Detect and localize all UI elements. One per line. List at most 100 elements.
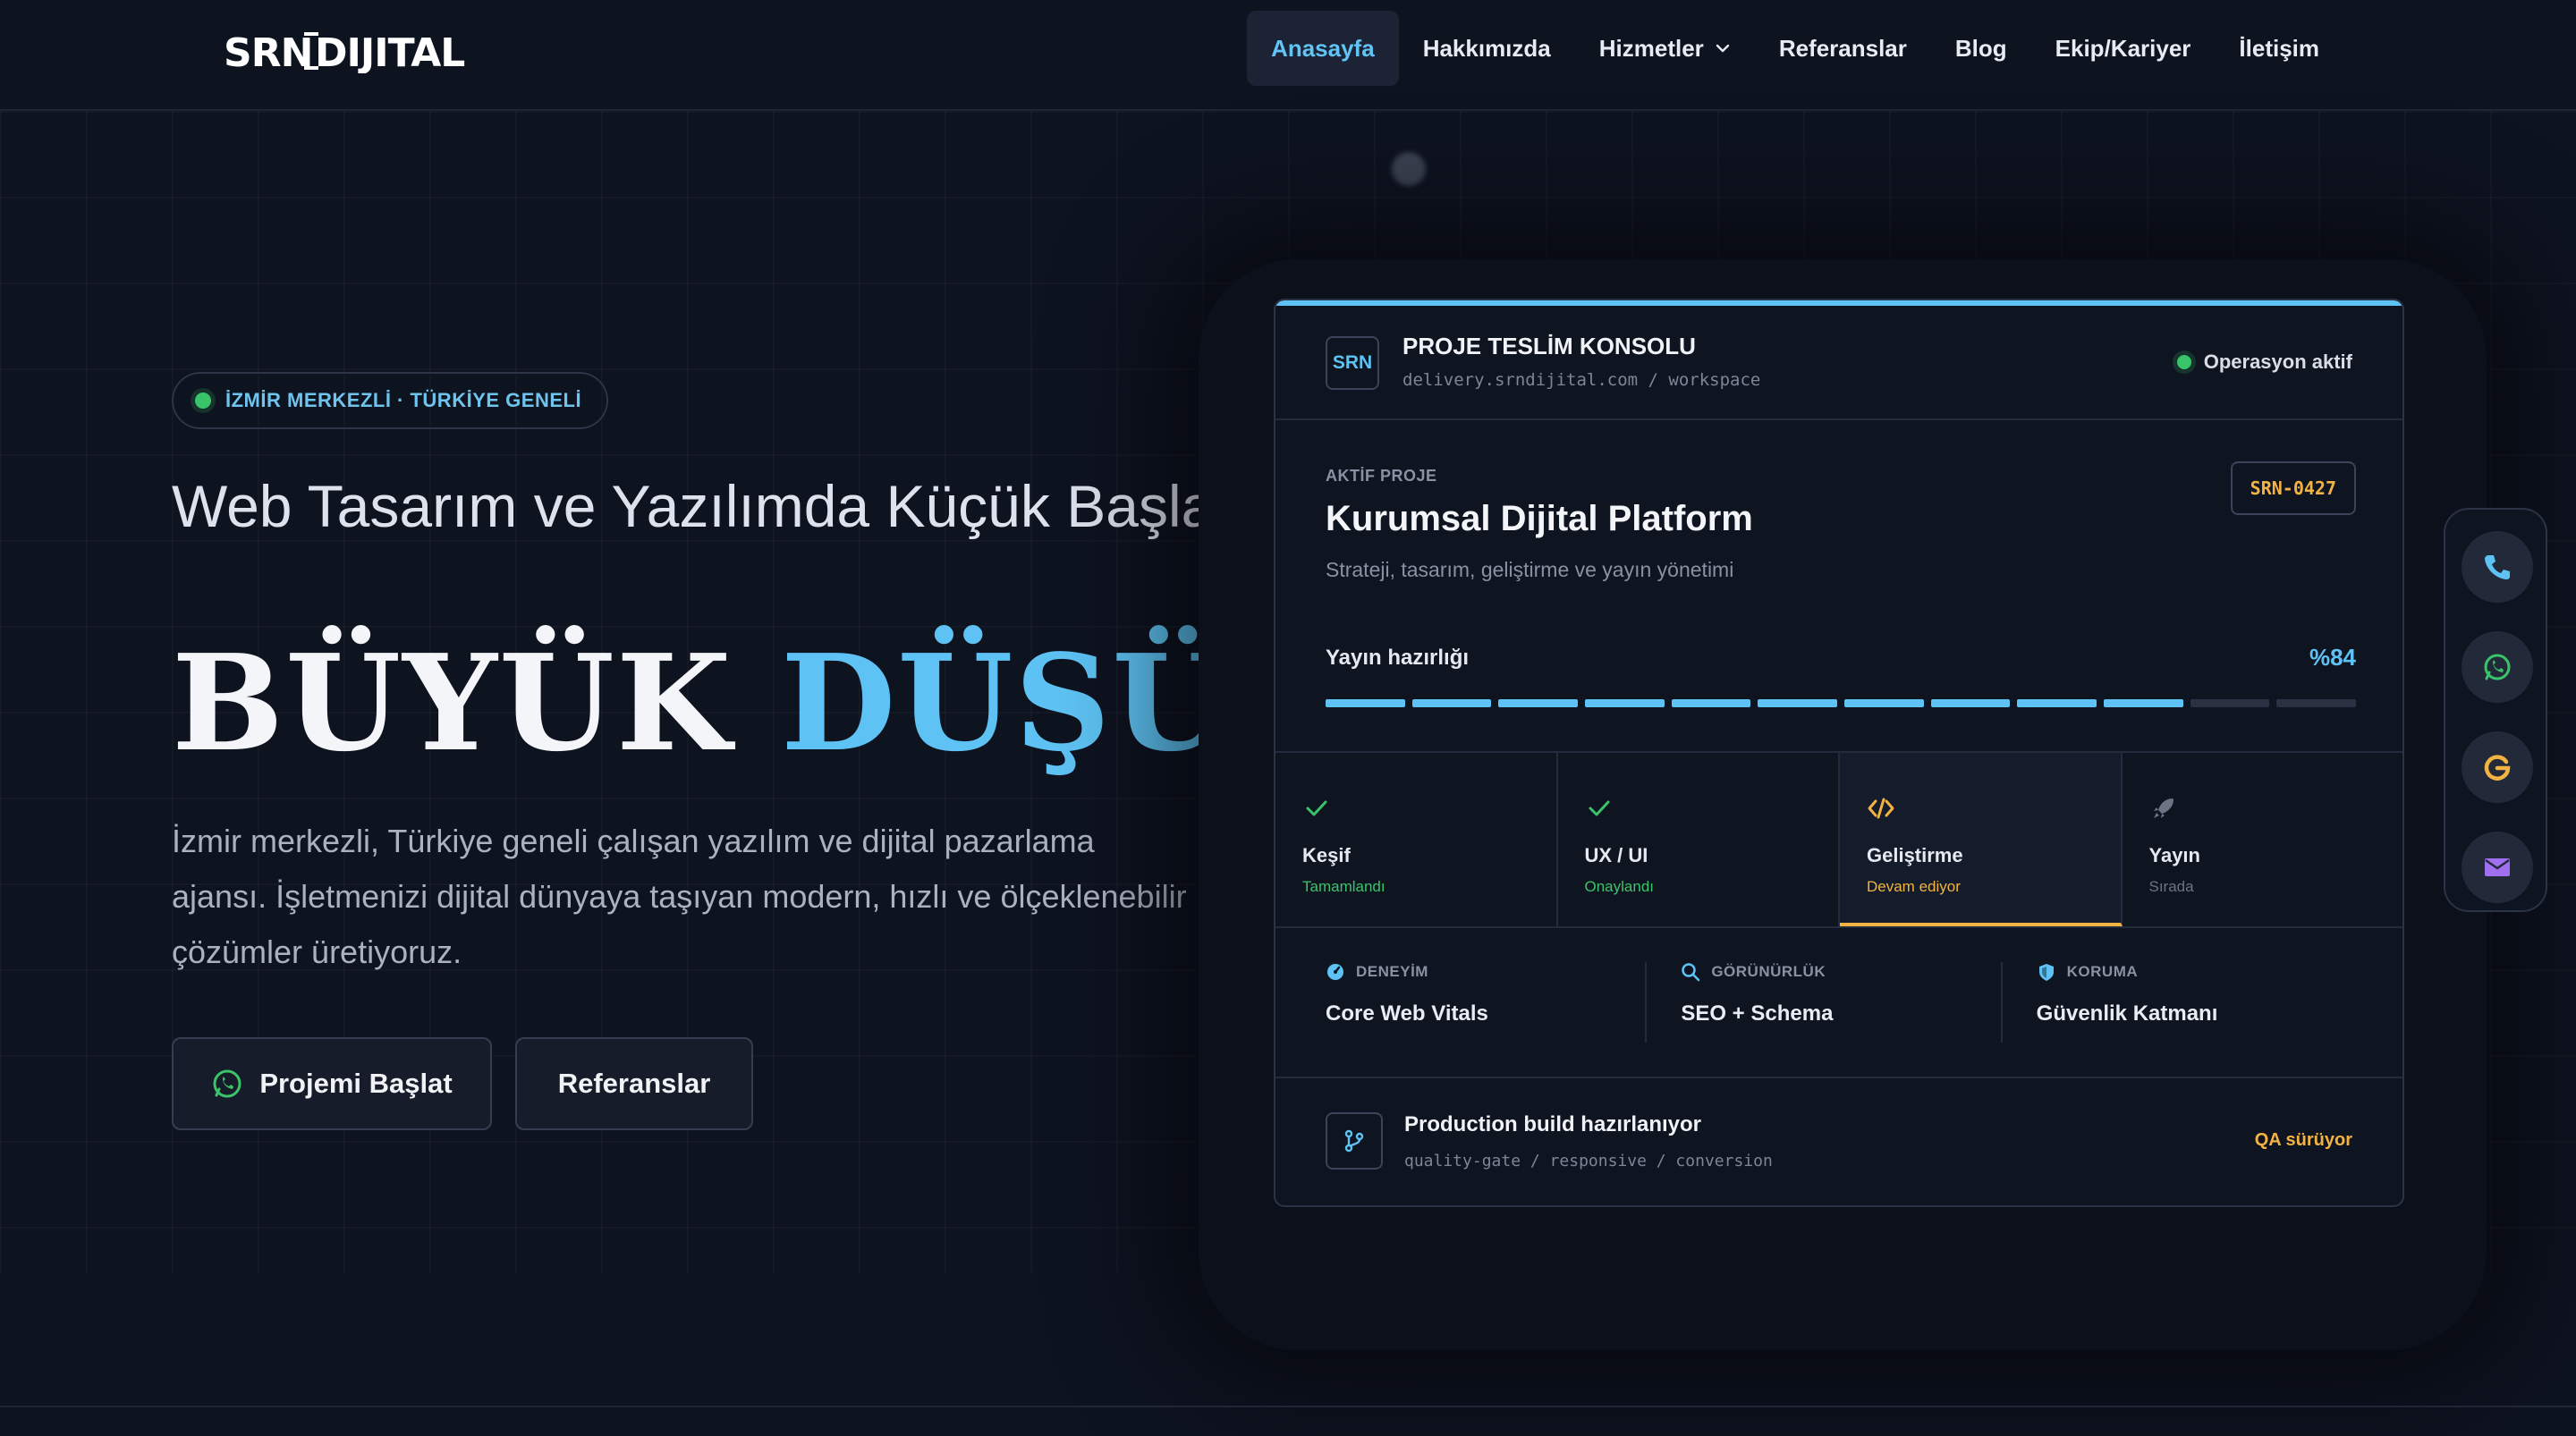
location-badge: İZMİR MERKEZLİ · TÜRKİYE GENELİ (172, 372, 609, 429)
hero-lead-text: İzmir merkezli, Türkiye geneli çalışan y… (172, 823, 1187, 970)
console-subtitle: delivery.srndijital.com / workspace (1402, 370, 1761, 390)
step-name: Geliştirme (1867, 844, 1963, 866)
start-project-label: Projemi Başlat (259, 1068, 453, 1099)
metric-label-text: DENEYİM (1356, 963, 1428, 980)
mail-icon (2485, 858, 2510, 876)
build-title: Production build hazırlanıyor (1404, 1112, 1702, 1136)
qa-status: QA sürüyor (2254, 1130, 2352, 1150)
active-project: AKTİF PROJE Kurumsal Dijital Platform St… (1326, 461, 2356, 581)
readiness-progress-bar (1326, 699, 2357, 707)
step-name: Yayın (2148, 844, 2200, 866)
status-dot (195, 393, 211, 409)
code-icon (1868, 798, 1894, 819)
git-branch-icon (1344, 1129, 1364, 1153)
location-badge-label: İZMİR MERKEZLİ · TÜRKİYE GENELİ (225, 389, 582, 411)
shield-icon (2038, 964, 2054, 981)
check-icon (1589, 800, 1609, 816)
metric-label: GÖRÜNÜRLÜK (1681, 962, 2000, 982)
project-title: Kurumsal Dijital Platform (1326, 499, 1753, 538)
step-yayin: Yayın Sırada (2123, 753, 2403, 926)
svg-text:SRN: SRN (224, 30, 312, 73)
readiness-percent: %84 (2309, 644, 2356, 671)
progress-segment (1498, 699, 1579, 707)
rocket-icon (2153, 798, 2174, 818)
progress-segment (1585, 699, 1665, 707)
quality-metrics: DENEYİM Core Web Vitals GÖRÜNÜRLÜK SEO +… (1326, 962, 2356, 1043)
nav-item-hakkimizda[interactable]: Hakkımızda (1399, 11, 1575, 86)
mail-button[interactable] (2462, 832, 2533, 903)
start-project-button[interactable]: Projemi Başlat (172, 1037, 492, 1130)
operation-status: Operasyon aktif (2176, 351, 2352, 374)
srn-badge: SRN (1326, 336, 1379, 390)
floating-contact-bar (2444, 508, 2547, 912)
build-status-row: Production build hazırlanıyor quality-ga… (1275, 1077, 2402, 1205)
delivery-steps: Keşif Tamamlandı UX / UI Onaylandı Geliş… (1275, 751, 2402, 928)
section-divider (0, 1406, 2576, 1407)
step-gelistirme: Geliştirme Devam ediyor (1840, 753, 2123, 926)
phone-button[interactable] (2462, 531, 2533, 603)
progress-segment (2190, 699, 2270, 707)
google-button[interactable] (2462, 731, 2533, 803)
nav-item-blog[interactable]: Blog (1931, 11, 2031, 86)
operation-status-label: Operasyon aktif (2203, 351, 2352, 373)
progress-segment (1671, 699, 1751, 707)
progress-segment (1844, 699, 1924, 707)
hero-headline-word-buyuk: BÜYÜK (172, 625, 733, 781)
nav-item-hizmetler-label: Hizmetler (1598, 34, 1704, 62)
whatsapp-icon (2484, 654, 2511, 680)
top-nav: SRN DIJITAL Anasayfa Hakkımızda Hizmetle… (0, 0, 2576, 111)
srndijital-logo[interactable]: SRN DIJITAL (222, 29, 490, 73)
release-readiness: Yayın hazırlığı %84 (1326, 644, 2357, 707)
step-state: Tamamlandı (1302, 878, 1385, 895)
step-state: Sırada (2148, 878, 2194, 895)
metric-visibility: GÖRÜNÜRLÜK SEO + Schema (1645, 962, 2000, 1043)
build-pipeline: quality-gate / responsive / conversion (1404, 1152, 1773, 1170)
decorative-blur-dot (1392, 152, 1426, 186)
readiness-label: Yayın hazırlığı (1326, 646, 1470, 670)
project-description: Strateji, tasarım, geliştirme ve yayın y… (1326, 558, 1734, 581)
metric-protection: KORUMA Güvenlik Katmanı (2000, 962, 2356, 1043)
metric-value: Güvenlik Katmanı (2036, 1001, 2218, 1026)
nav-item-ekip-kariyer[interactable]: Ekip/Kariyer (2031, 11, 2216, 86)
active-project-label: AKTİF PROJE (1326, 467, 1437, 485)
chevron-down-icon (1716, 44, 1730, 53)
metric-label: KORUMA (2037, 962, 2356, 982)
console-title: PROJE TESLİM KONSOLU (1402, 333, 1696, 359)
search-icon (1682, 963, 1700, 982)
progress-segment (1326, 699, 1405, 707)
project-code-badge: SRN-0427 (2230, 461, 2356, 515)
step-kesif: Keşif Tamamlandı (1275, 753, 1558, 926)
check-icon (1306, 800, 1327, 816)
step-state: Onaylandı (1584, 878, 1655, 895)
gauge-icon (1327, 964, 1343, 980)
nav-item-anasayfa[interactable]: Anasayfa (1247, 11, 1399, 86)
metric-label-text: KORUMA (2066, 963, 2139, 980)
progress-segment (1411, 699, 1492, 707)
svg-text:DIJITAL: DIJITAL (315, 30, 464, 73)
nav-item-hizmetler[interactable]: Hizmetler (1575, 11, 1755, 86)
status-dot (2176, 355, 2191, 369)
step-ux-ui: UX / UI Onaylandı (1558, 753, 1840, 926)
hero-headline-line1: Web Tasarım ve Yazılımda Küçük Başla, (172, 473, 1231, 539)
whatsapp-button[interactable] (2462, 631, 2533, 703)
references-button-label: Referanslar (557, 1068, 711, 1099)
branch-badge (1326, 1112, 1383, 1170)
console-header: SRN PROJE TESLİM KONSOLU delivery.srndij… (1275, 306, 2402, 420)
step-name: Keşif (1302, 844, 1351, 866)
metric-label: DENEYİM (1326, 962, 1645, 982)
phone-icon (2485, 555, 2510, 579)
nav-item-iletisim[interactable]: İletişim (2215, 11, 2343, 86)
google-icon (2484, 755, 2511, 781)
progress-segment (1758, 699, 1838, 707)
metric-value: SEO + Schema (1681, 1001, 1834, 1026)
references-button[interactable]: Referanslar (515, 1037, 753, 1130)
nav-item-referanslar[interactable]: Referanslar (1755, 11, 1931, 86)
progress-segment (2017, 699, 2097, 707)
step-name: UX / UI (1584, 844, 1648, 866)
metric-experience: DENEYİM Core Web Vitals (1326, 962, 1645, 1043)
delivery-console: SRN PROJE TESLİM KONSOLU delivery.srndij… (1274, 299, 2404, 1207)
progress-segment (2276, 699, 2357, 707)
whatsapp-icon (213, 1069, 242, 1098)
progress-segment (2104, 699, 2183, 707)
metric-value: Core Web Vitals (1326, 1001, 1488, 1026)
